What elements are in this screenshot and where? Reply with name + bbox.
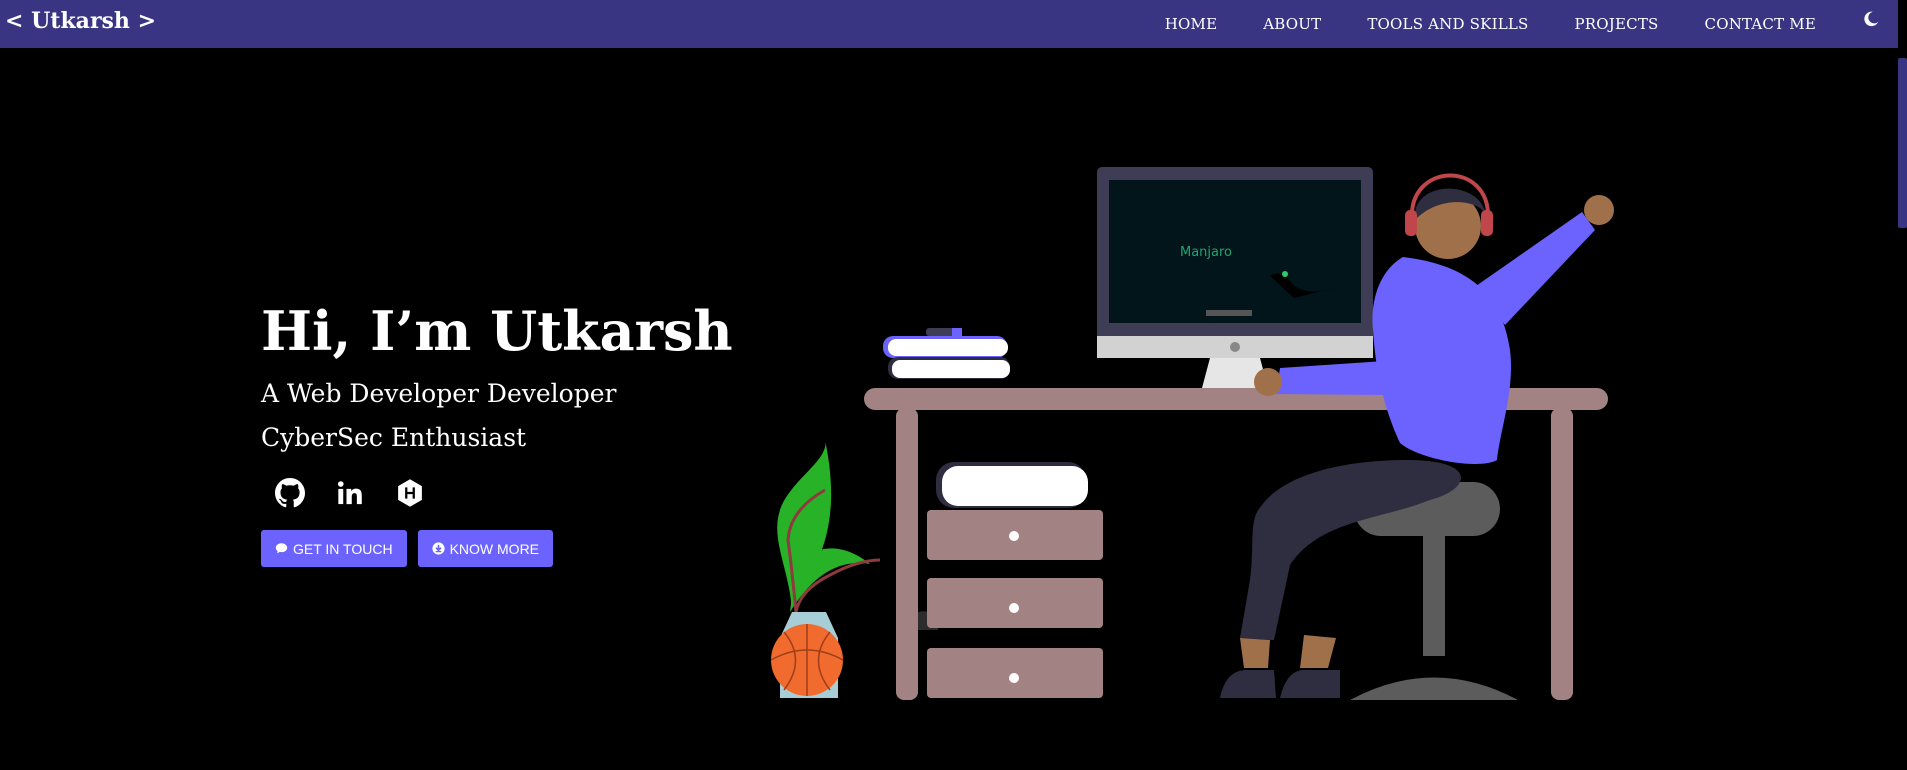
chat-icon [275,542,288,555]
nav-link-home[interactable]: HOME [1165,15,1218,33]
social-links [271,474,733,512]
monitor: Manjaro [1097,167,1373,388]
know-more-button[interactable]: KNOW MORE [417,530,554,567]
screen-manjaro-text: Manjaro [1180,245,1232,260]
basketball [770,624,844,696]
hackerrank-icon[interactable] [391,474,429,512]
hero-section: Hi, I’m Utkarsh A Web Developer Develope… [261,296,733,567]
moon-icon[interactable] [1862,10,1882,30]
github-icon[interactable] [271,474,309,512]
scrollbar-thumb[interactable] [1898,58,1907,228]
linkedin-icon[interactable] [331,474,369,512]
nav-link-contact-me[interactable]: CONTACT ME [1705,15,1816,33]
navbar: < Utkarsh > HOME ABOUT TOOLS AND SKILLS … [0,0,1898,48]
hero-subtitle-cybersec: CyberSec Enthusiast [261,423,527,452]
hero-title: Hi, I’m Utkarsh [261,299,733,363]
nav-links: HOME ABOUT TOOLS AND SKILLS PROJECTS CON… [1165,0,1862,48]
brand-logo[interactable]: < Utkarsh > [5,8,156,34]
download-circle-icon [431,542,445,555]
get-in-touch-button[interactable]: GET IN TOUCH [261,530,407,567]
hero-buttons: GET IN TOUCH KNOW MORE [261,530,733,567]
nav-link-projects[interactable]: PROJECTS [1575,15,1659,33]
get-in-touch-label: GET IN TOUCH [293,540,393,557]
hero-subtitle-web-developer: A Web Developer Developer [261,379,617,408]
know-more-label: KNOW MORE [449,540,540,557]
developer-at-desk-illustration: Manjaro [770,167,1614,700]
nav-link-about[interactable]: ABOUT [1263,15,1321,33]
nav-link-tools-and-skills[interactable]: TOOLS AND SKILLS [1367,15,1528,33]
